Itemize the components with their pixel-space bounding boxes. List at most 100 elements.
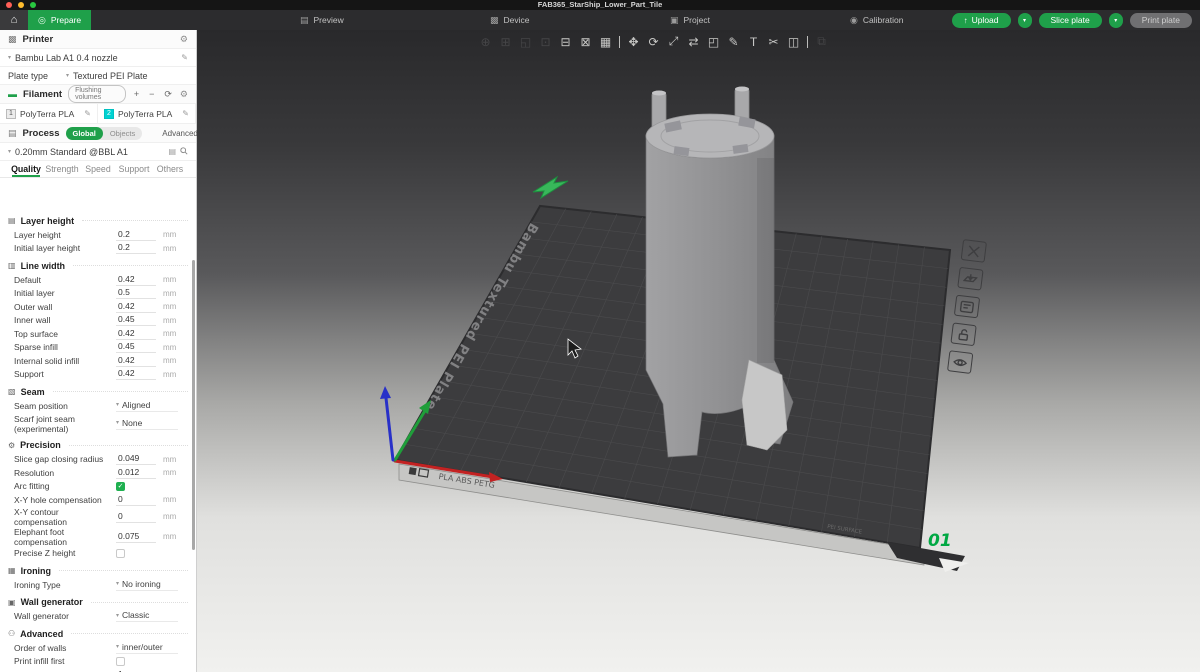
lock-plate-button[interactable] — [950, 322, 976, 346]
settings-sidebar: ▩ Printer ⚙ ▾ Bambu Lab A1 0.4 nozzle ✎ … — [0, 30, 197, 672]
filament-settings-gear-icon[interactable]: ⚙ — [180, 89, 188, 100]
param-checkbox[interactable]: ✓ — [116, 482, 125, 491]
param-label: Internal solid infill — [14, 356, 116, 366]
plate-visibility-button[interactable] — [947, 350, 973, 374]
plate-arrow-icon — [963, 272, 978, 286]
param-input[interactable]: 0 — [116, 511, 156, 523]
param-select[interactable]: ▾No ironing — [116, 579, 178, 591]
param-label: Elephant foot compensation — [14, 527, 116, 547]
param-label: Sparse infill — [14, 342, 116, 352]
plate-settings-button[interactable] — [954, 295, 980, 319]
process-tab-quality[interactable]: Quality — [8, 161, 44, 177]
param-checkbox[interactable] — [116, 657, 125, 666]
slice-plate-button[interactable]: Slice plate — [1039, 13, 1102, 28]
param-input[interactable]: 0.42 — [116, 274, 156, 286]
plate-type-select[interactable]: Textured PEI Plate — [73, 71, 148, 81]
project-icon: ▣ — [670, 15, 679, 26]
param-row: Resolution0.012mm — [8, 466, 188, 480]
main-tabbar: ⌂ ◎ Prepare ▤ Preview ▩ Device ▣ Project… — [0, 10, 1200, 30]
tab-prepare[interactable]: ◎ Prepare — [28, 10, 91, 30]
section-header: ⚇Advanced — [8, 626, 188, 641]
process-tab-others[interactable]: Others — [152, 161, 188, 177]
delete-plate-button[interactable] — [961, 239, 987, 263]
param-input[interactable]: 0.42 — [116, 328, 156, 340]
param-select[interactable]: ▾Aligned — [116, 400, 178, 412]
param-select[interactable]: ▾Classic — [116, 610, 178, 622]
process-tab-strength[interactable]: Strength — [44, 161, 80, 177]
sidebar-scrollbar[interactable] — [192, 260, 195, 550]
param-label: Ironing Type — [14, 580, 116, 590]
param-input[interactable]: 0.049 — [116, 453, 156, 465]
param-label: Support — [14, 369, 116, 379]
param-input[interactable]: 0.2 — [116, 229, 156, 241]
flushing-volumes-button[interactable]: Flushing volumes — [68, 85, 126, 103]
param-label: Wall generator — [14, 611, 116, 621]
process-tab-speed[interactable]: Speed — [80, 161, 116, 177]
arrange-plate-button[interactable] — [957, 267, 983, 291]
param-row: Arc fitting✓ — [8, 480, 188, 494]
filament-slot-1[interactable]: 1 PolyTerra PLA ✎ — [0, 104, 98, 123]
scope-global[interactable]: Global — [66, 127, 103, 140]
remove-filament-button[interactable]: − — [147, 89, 156, 99]
param-row: Sparse infill0.45mm — [8, 341, 188, 355]
param-row: Initial layer height0.2mm — [8, 242, 188, 256]
model-starship-lower-part[interactable] — [646, 87, 793, 458]
upload-button[interactable]: ↑ Upload — [952, 13, 1011, 28]
section-header: ▣Wall generator — [8, 595, 188, 610]
tab-device[interactable]: ▩ Device — [480, 10, 540, 30]
edit-filament-icon[interactable]: ✎ — [84, 109, 91, 118]
tab-calibration[interactable]: ◉ Calibration — [840, 10, 914, 30]
param-input[interactable]: 0.42 — [116, 301, 156, 313]
process-scope-toggle[interactable]: Global Objects — [66, 127, 143, 140]
home-button[interactable]: ⌂ — [0, 10, 28, 30]
process-preset-select[interactable]: ▾ 0.20mm Standard @BBL A1 ▤ — [0, 143, 196, 161]
param-label: X-Y contour compensation — [14, 507, 116, 527]
print-options-button[interactable]: ▾ — [1109, 13, 1123, 28]
param-input[interactable]: 0.5 — [116, 287, 156, 299]
printer-preset-select[interactable]: ▾ Bambu Lab A1 0.4 nozzle ✎ — [0, 49, 196, 67]
process-tab-support[interactable]: Support — [116, 161, 152, 177]
param-label: Inner wall — [14, 315, 116, 325]
filament-slot-2[interactable]: 2 PolyTerra PLA ✎ — [98, 104, 196, 123]
param-input[interactable]: 0.012 — [116, 467, 156, 479]
save-preset-icon[interactable]: ▤ — [168, 147, 176, 156]
param-input[interactable]: 0.2 — [116, 242, 156, 254]
sync-filament-icon[interactable]: ⟳ — [162, 89, 174, 100]
plate-number-label[interactable]: 01 — [928, 531, 952, 551]
param-input[interactable]: 0.42 — [116, 355, 156, 367]
param-row: X-Y contour compensation0mm — [8, 507, 188, 527]
param-input[interactable]: 0.075 — [116, 531, 156, 543]
param-label: Initial layer height — [14, 243, 116, 253]
section-icon: ⚇ — [8, 629, 15, 638]
3d-viewport[interactable]: ⊕⊞◱⊡⊟⊠▦✥⟳⤢⇄◰✎T✂◫⧉ PLA ABS PETG PEI SURFA… — [197, 30, 1200, 672]
preview-icon: ▤ — [300, 15, 309, 26]
param-row: Initial layer0.5mm — [8, 287, 188, 301]
param-row: Outer wall0.42mm — [8, 300, 188, 314]
tab-project[interactable]: ▣ Project — [660, 10, 720, 30]
edit-printer-icon[interactable]: ✎ — [181, 53, 188, 62]
param-label: Print infill first — [14, 656, 116, 666]
param-checkbox[interactable] — [116, 549, 125, 558]
scope-objects[interactable]: Objects — [103, 129, 142, 138]
param-row: Support0.42mm — [8, 368, 188, 382]
tab-preview[interactable]: ▤ Preview — [290, 10, 354, 30]
settings-list-icon — [959, 300, 974, 314]
param-input[interactable]: 0 — [116, 494, 156, 506]
param-label: Scarf joint seam (experimental) — [14, 414, 116, 434]
param-input[interactable]: 0.45 — [116, 341, 156, 353]
param-select[interactable]: ▾None — [116, 418, 178, 430]
print-plate-button: Print plate — [1130, 13, 1192, 28]
filament-slots: 1 PolyTerra PLA ✎ 2 PolyTerra PLA ✎ — [0, 104, 196, 124]
add-filament-button[interactable]: + — [132, 89, 141, 99]
edit-filament-icon[interactable]: ✎ — [182, 109, 189, 118]
param-input[interactable]: 0.45 — [116, 314, 156, 326]
param-select[interactable]: ▾inner/outer — [116, 642, 178, 654]
param-input[interactable]: 0.42 — [116, 368, 156, 380]
printer-settings-gear-icon[interactable]: ⚙ — [180, 34, 188, 45]
parameter-list: ▤Layer heightLayer height0.2mmInitial la… — [0, 208, 196, 672]
param-label: Resolution — [14, 468, 116, 478]
chevron-down-icon: ▾ — [8, 54, 11, 61]
search-icon[interactable] — [180, 147, 188, 157]
process-icon: ▤ — [8, 128, 17, 139]
slice-options-button[interactable]: ▾ — [1018, 13, 1032, 28]
